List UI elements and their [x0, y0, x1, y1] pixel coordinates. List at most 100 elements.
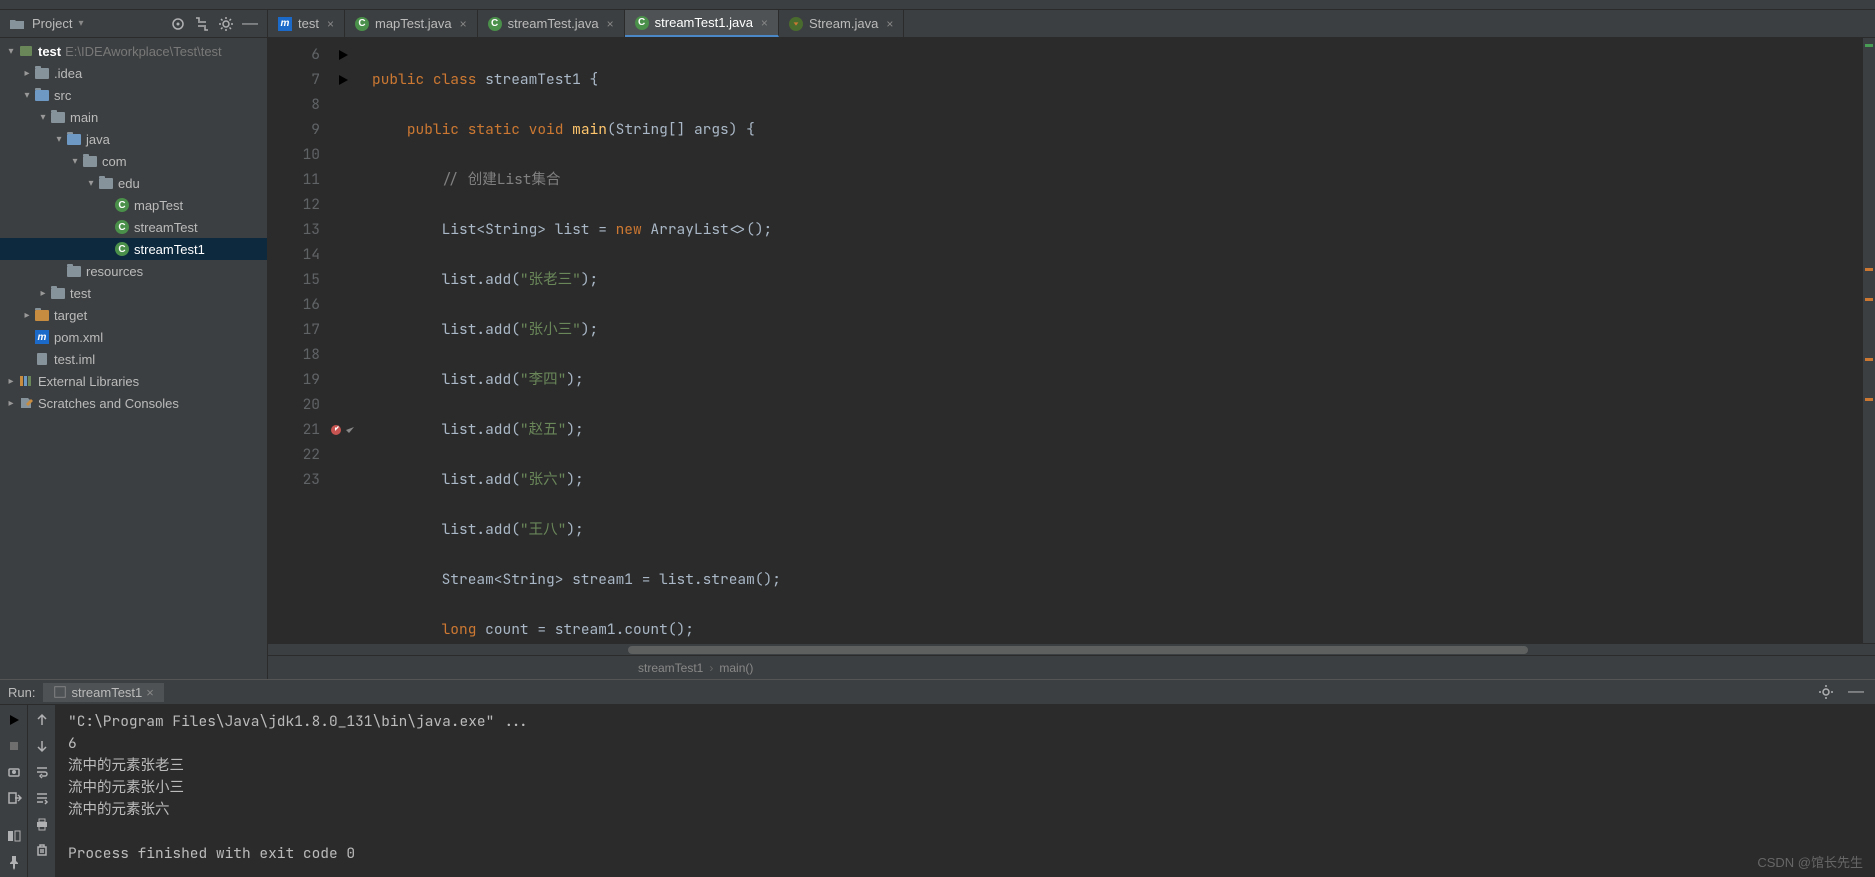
tab-icon: C — [635, 16, 649, 30]
chevron-right-icon: ▸ — [4, 398, 18, 409]
tree-item-icon — [82, 153, 98, 169]
tree-item-streamTest[interactable]: CstreamTest — [0, 216, 267, 238]
down-icon[interactable] — [31, 735, 53, 757]
tree-root[interactable]: ▾ test E:\IDEAworkplace\Test\test — [0, 40, 267, 62]
scroll-end-icon[interactable] — [31, 787, 53, 809]
tree-item-icon — [50, 285, 66, 301]
exit-icon[interactable] — [3, 787, 25, 809]
tree-item-streamTest1[interactable]: CstreamTest1 — [0, 238, 267, 260]
editor-pane: mtest×CmapTest.java×CstreamTest.java×Cst… — [268, 10, 1875, 679]
run-tab[interactable]: streamTest1 × — [43, 683, 163, 702]
run-config-icon — [53, 685, 67, 699]
breadcrumb-method[interactable]: main() — [719, 661, 753, 675]
expand-all-icon[interactable] — [193, 15, 211, 33]
locate-icon[interactable] — [169, 15, 187, 33]
tree-item-src[interactable]: ▾src — [0, 84, 267, 106]
tree-item-icon — [98, 175, 114, 191]
tree-arrow: ▸ — [20, 310, 34, 321]
module-icon — [18, 43, 34, 59]
tree-item-icon — [34, 351, 50, 367]
code-area[interactable]: public class streamTest1 { public static… — [368, 38, 1863, 643]
tree-item-.idea[interactable]: ▸.idea — [0, 62, 267, 84]
tree-item-icon — [34, 65, 50, 81]
tab-icon: C — [488, 17, 502, 31]
scratches[interactable]: ▸ Scratches and Consoles — [0, 392, 267, 414]
tree-item-label: java — [86, 132, 110, 147]
hide-icon[interactable]: — — [241, 15, 259, 33]
tree-item-label: test — [70, 286, 91, 301]
sidebar-title: Project — [32, 16, 72, 31]
stop-icon[interactable] — [3, 735, 25, 757]
tab-label: mapTest.java — [375, 16, 452, 31]
tree-item-resources[interactable]: resources — [0, 260, 267, 282]
editor-tab-test[interactable]: mtest× — [268, 10, 345, 37]
chevron-down-icon: ▾ — [4, 46, 18, 57]
pin-icon[interactable] — [3, 851, 25, 873]
tree-arrow: ▾ — [52, 134, 66, 145]
tree-item-java[interactable]: ▾ java — [0, 128, 267, 150]
editor-tab-Stream.java[interactable]: Stream.java × — [779, 10, 904, 37]
project-name: test — [38, 44, 61, 59]
clear-icon[interactable] — [31, 839, 53, 861]
breadcrumb-class[interactable]: streamTest1 — [638, 661, 703, 675]
libraries-icon — [18, 373, 34, 389]
tree-item-com[interactable]: ▾com — [0, 150, 267, 172]
tree-item-label: src — [54, 88, 71, 103]
tree-arrow: ▾ — [68, 156, 82, 167]
console-output[interactable]: "C:\Program Files\Java\jdk1.8.0_131\bin\… — [56, 705, 1875, 877]
run-line-icon[interactable] — [337, 49, 349, 61]
external-libraries[interactable]: ▸ External Libraries — [0, 370, 267, 392]
up-icon[interactable] — [31, 709, 53, 731]
close-icon[interactable]: × — [460, 17, 467, 31]
tab-label: Stream.java — [809, 16, 878, 31]
rerun-icon[interactable] — [3, 709, 25, 731]
external-libraries-label: External Libraries — [38, 374, 139, 389]
scratches-icon — [18, 395, 34, 411]
run-panel: Run: streamTest1 × — "C:\Program Fil — [0, 679, 1875, 877]
dump-icon[interactable] — [3, 761, 25, 783]
tree-item-label: main — [70, 110, 98, 125]
watermark: CSDN @馆长先生 — [1757, 852, 1863, 871]
editor-tab-mapTest.java[interactable]: CmapTest.java× — [345, 10, 478, 37]
tree-item-test[interactable]: ▸test — [0, 282, 267, 304]
tree-item-icon: C — [114, 197, 130, 213]
close-icon[interactable]: × — [327, 17, 334, 31]
tree-item-label: edu — [118, 176, 140, 191]
run-settings-icon[interactable] — [1815, 681, 1837, 703]
tree-item-icon — [50, 109, 66, 125]
close-icon[interactable]: × — [607, 17, 614, 31]
close-icon[interactable]: × — [761, 16, 768, 30]
run-title: Run: — [8, 685, 35, 700]
soft-wrap-icon[interactable] — [31, 761, 53, 783]
tree-item-edu[interactable]: ▾ edu — [0, 172, 267, 194]
project-sidebar: Project ▾ — ▾ test E:\IDEAworkplace\Test… — [0, 10, 268, 679]
tree-item-icon — [66, 131, 82, 147]
run-line-icon[interactable] — [337, 74, 349, 86]
breadcrumb[interactable]: streamTest1 › main() — [268, 655, 1875, 679]
tree-item-main[interactable]: ▾main — [0, 106, 267, 128]
layout-icon[interactable] — [3, 825, 25, 847]
close-icon[interactable]: × — [146, 685, 154, 700]
run-toolbar-console — [28, 705, 56, 877]
horizontal-scrollbar[interactable] — [268, 643, 1875, 655]
tree-item-icon — [34, 87, 50, 103]
tree-item-pom.xml[interactable]: mpom.xml — [0, 326, 267, 348]
tree-arrow: ▾ — [84, 178, 98, 189]
minimize-icon[interactable]: — — [1845, 681, 1867, 703]
tree-item-target[interactable]: ▸target — [0, 304, 267, 326]
editor-tab-streamTest1.java[interactable]: CstreamTest1.java× — [625, 10, 779, 37]
editor-tab-streamTest.java[interactable]: CstreamTest.java× — [478, 10, 625, 37]
print-icon[interactable] — [31, 813, 53, 835]
project-path: E:\IDEAworkplace\Test\test — [65, 44, 222, 59]
marker-strip[interactable] — [1863, 38, 1875, 643]
tab-icon: m — [278, 17, 292, 31]
close-icon[interactable]: × — [886, 17, 893, 31]
tree-item-label: pom.xml — [54, 330, 103, 345]
dropdown-icon[interactable]: ▾ — [78, 18, 83, 29]
tree-item-test.iml[interactable]: test.iml — [0, 348, 267, 370]
settings-icon[interactable] — [217, 15, 235, 33]
tree-item-icon: C — [114, 219, 130, 235]
tree-item-mapTest[interactable]: CmapTest — [0, 194, 267, 216]
tab-icon — [789, 17, 803, 31]
run-tab-label: streamTest1 — [71, 685, 142, 700]
